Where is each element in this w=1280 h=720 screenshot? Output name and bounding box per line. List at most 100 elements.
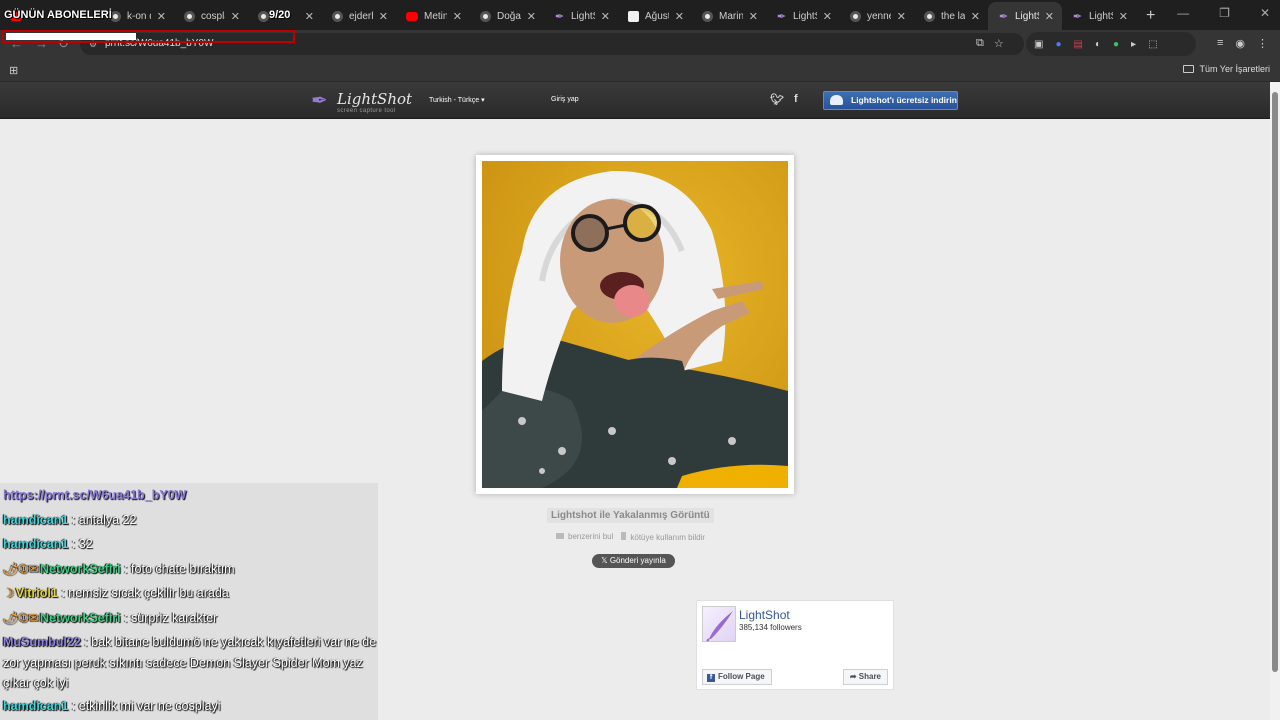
login-link[interactable]: Giriş yap	[551, 96, 579, 103]
close-icon[interactable]: ✕	[823, 10, 832, 23]
tab-7[interactable]: ✒ LightSh ✕	[544, 2, 618, 30]
logo-name: LightShot	[337, 90, 413, 108]
stream-overlay-timer: 9/20	[269, 9, 291, 21]
chat-text: : 32	[71, 537, 93, 551]
close-icon[interactable]: ✕	[749, 10, 758, 23]
follow-label: Follow Page	[718, 672, 765, 681]
facebook-icon: f	[707, 674, 715, 682]
close-icon[interactable]: ✕	[379, 10, 388, 23]
apps-grid-icon[interactable]: ⊞	[9, 64, 18, 77]
find-similar-link[interactable]: benzerini bul	[556, 532, 613, 542]
twitter-icon[interactable]: 🐦︎	[770, 93, 784, 106]
close-icon[interactable]: ✕	[601, 10, 610, 23]
bookmark-star-icon[interactable]: ☆	[994, 37, 1004, 50]
new-tab-button[interactable]: +	[1146, 2, 1155, 30]
tab-13-active[interactable]: ✒ LightSh ✕	[988, 2, 1062, 30]
maximize-icon[interactable]: ❐	[1219, 6, 1230, 20]
tab-6[interactable]: Doğaçl ✕	[470, 2, 544, 30]
chat-link: https://prnt.sc/W6ua41b_bY0W	[3, 488, 187, 502]
x-logo-icon: 𝕏	[601, 556, 610, 565]
close-icon[interactable]: ✕	[971, 10, 980, 23]
share-button[interactable]: ➦ Share	[842, 669, 888, 685]
tweet-button[interactable]: 𝕏 Gönderi yayınla	[592, 554, 675, 568]
close-icon[interactable]: ✕	[897, 10, 906, 23]
screenshot-image[interactable]	[482, 161, 788, 488]
translate-icon[interactable]: ⧉	[976, 37, 984, 50]
language-select[interactable]: Turkish - Türkçe ▾	[429, 96, 485, 104]
page-scrollbar[interactable]	[1270, 82, 1280, 720]
tab-5[interactable]: Metin2 ✕	[396, 2, 470, 30]
tab-14[interactable]: ✒ LightSh ✕	[1062, 2, 1136, 30]
extension-icon[interactable]: ▸	[1131, 39, 1136, 50]
tab-12[interactable]: the last ✕	[914, 2, 988, 30]
tab-title: Marin K	[719, 10, 743, 22]
tab-title: LightSh	[1015, 10, 1039, 22]
tab-9[interactable]: Marin K ✕	[692, 2, 766, 30]
close-icon[interactable]: ✕	[157, 10, 166, 23]
tab-2[interactable]: cosplay ✕	[174, 2, 248, 30]
page-avatar[interactable]	[702, 606, 736, 642]
close-icon[interactable]: ✕	[675, 10, 684, 23]
close-icon[interactable]: ✕	[453, 10, 462, 23]
feather-icon: ✒	[311, 90, 328, 112]
extension-icon[interactable]: ▣	[1034, 39, 1043, 50]
tab-title: Metin2	[424, 10, 447, 22]
extension-icon[interactable]: ●	[1113, 39, 1119, 50]
chat-message: 🌶︎①✉ NetworkSefiri : sürpriz karakter	[3, 606, 378, 631]
menu-icon[interactable]: ⋮	[1257, 37, 1268, 50]
chat-text: : etkinlik mi var ne cosplayi	[71, 698, 221, 713]
toolbar-right: ≡ ◉ ⋮	[1217, 37, 1268, 50]
report-label: kötüye kullanım bildir	[630, 533, 706, 542]
facebook-icon[interactable]: f	[794, 93, 798, 106]
extension-icon[interactable]: ◐	[1095, 39, 1101, 50]
extensions-area: ▣ ● ▤ ◐ ● ▸ ⬚	[1026, 32, 1196, 56]
follow-page-button[interactable]: f Follow Page	[702, 669, 772, 685]
profile-icon[interactable]: ◉	[1235, 37, 1245, 50]
tab-title: Doğaçl	[497, 10, 521, 22]
chat-username: hamdican1	[3, 537, 69, 551]
lightshot-header: ✒ LightShot screen capture tool Turkish …	[0, 82, 1270, 119]
social-links: 🐦︎ f	[770, 93, 798, 106]
extension-icon[interactable]: ▤	[1074, 39, 1083, 50]
tab-11[interactable]: yenneft ✕	[840, 2, 914, 30]
media-icon[interactable]: ≡	[1217, 37, 1223, 50]
chrome-icon	[258, 10, 269, 22]
scrollbar-thumb[interactable]	[1272, 92, 1278, 672]
chrome-icon	[332, 10, 343, 22]
tab-8[interactable]: Ağustos ✕	[618, 2, 692, 30]
tab-title: LightSh	[571, 10, 595, 22]
download-button[interactable]: Lightshot'ı ücretsiz indirin	[823, 91, 958, 110]
extension-icon[interactable]: ●	[1055, 39, 1061, 50]
tab-4[interactable]: ejderha ✕	[322, 2, 396, 30]
close-icon[interactable]: ✕	[1045, 10, 1054, 23]
close-window-icon[interactable]: ✕	[1260, 6, 1270, 20]
language-label: Turkish - Türkçe	[429, 97, 480, 104]
close-icon[interactable]: ✕	[305, 10, 314, 23]
puzzle-icon[interactable]: ⬚	[1148, 39, 1157, 50]
report-abuse-link[interactable]: kötüye kullanım bildir	[621, 532, 705, 542]
chat-username: NetworkSefiri	[40, 610, 121, 625]
close-icon[interactable]: ✕	[1119, 10, 1128, 23]
page-name[interactable]: LightShot	[739, 608, 790, 622]
stream-overlay-title: GÜNÜN ABONELERİ	[4, 9, 112, 21]
chat-username: NetworkSefiri	[40, 561, 121, 576]
image-actions: benzerini bul kötüye kullanım bildir	[556, 532, 705, 542]
chat-username: hamdican1	[3, 512, 69, 527]
image-caption: Lightshot ile Yakalanmış Görüntü	[547, 508, 714, 523]
calendar-icon	[628, 10, 639, 22]
chat-badges-icon: 🌶︎①✉	[3, 610, 41, 625]
tab-10[interactable]: ✒ LightSh ✕	[766, 2, 840, 30]
flag-icon	[621, 532, 627, 540]
close-icon[interactable]: ✕	[231, 10, 240, 23]
close-icon[interactable]: ✕	[527, 10, 536, 23]
chat-text: : antalya 22	[71, 512, 137, 527]
page-followers: 385,134 followers	[739, 623, 802, 632]
chat-message: ☽ Vitriol1 : nemsiz sıcak çekilir bu ara…	[3, 581, 378, 606]
folder-icon	[1183, 65, 1195, 73]
all-bookmarks[interactable]: Tüm Yer İşaretleri	[1183, 64, 1270, 74]
minimize-icon[interactable]: —	[1177, 6, 1189, 20]
find-similar-label: benzerini bul	[568, 532, 614, 541]
tab-title: LightSh	[1089, 10, 1113, 22]
chat-message: hamdican1 : etkinlik mi var ne cosplayi	[3, 694, 378, 719]
window-controls: — ❐ ✕	[1177, 6, 1270, 20]
